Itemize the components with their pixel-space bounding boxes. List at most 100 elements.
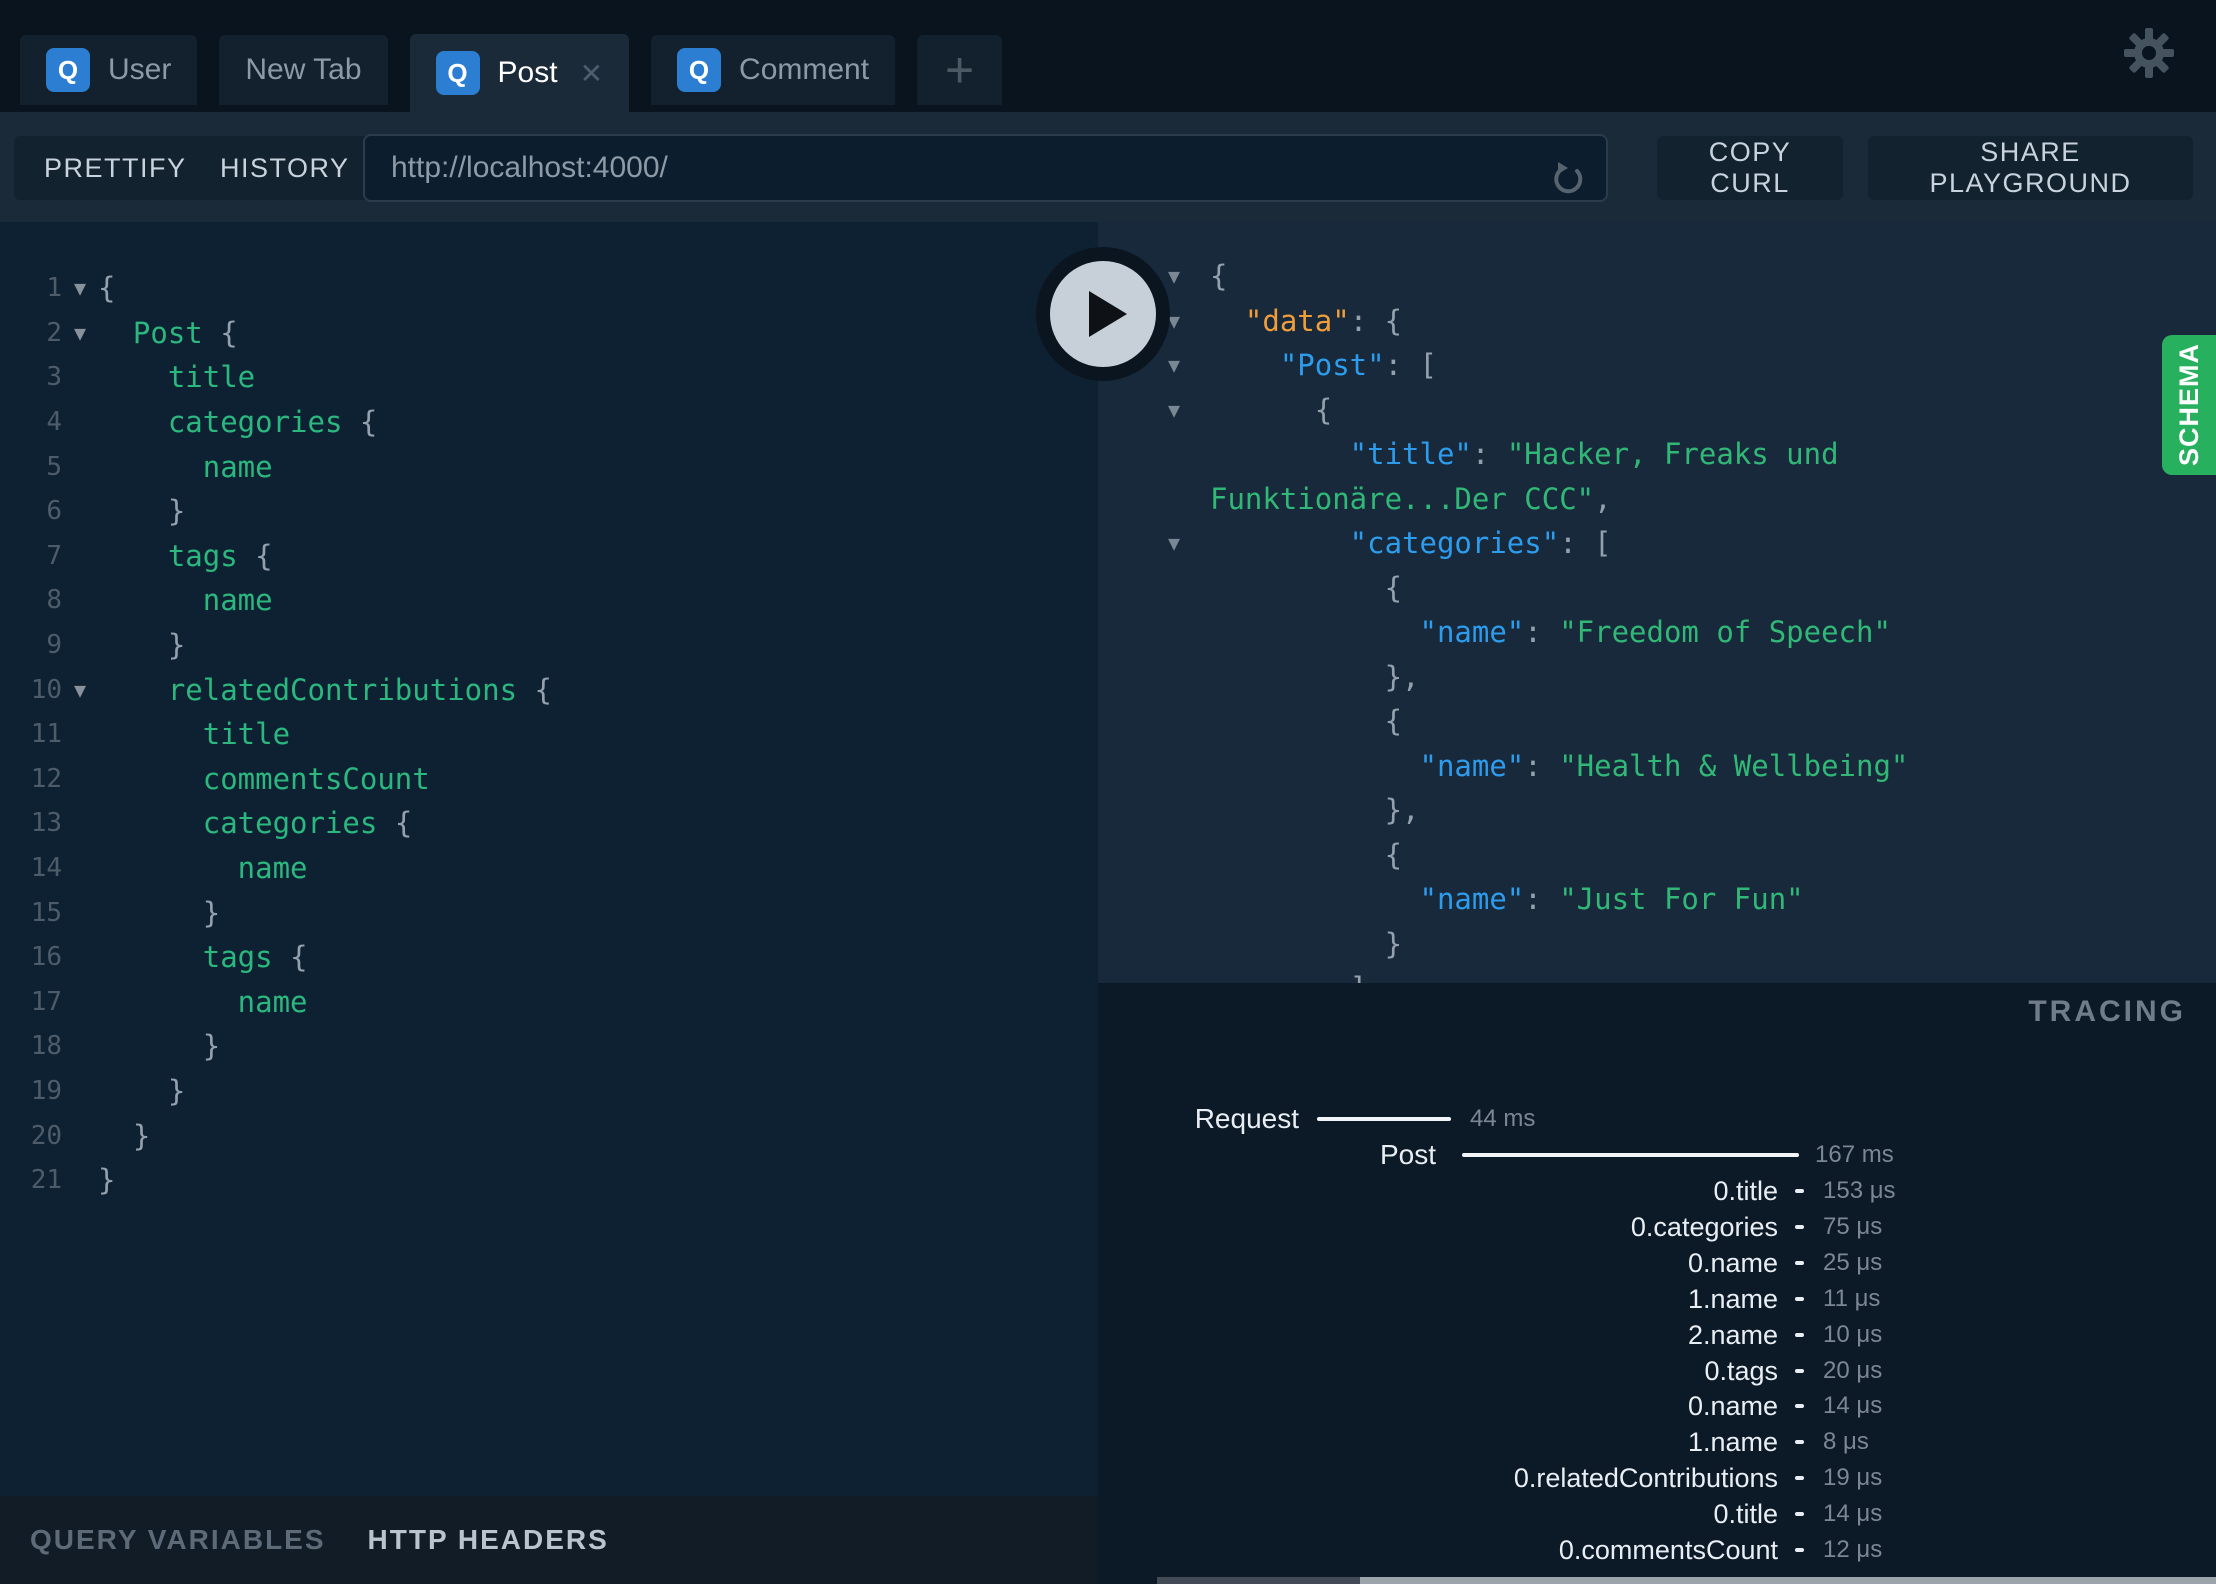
tab-list: Q User New Tab Q Post ✕ Q Comment + [20, 34, 1024, 112]
trace-resolver-row: 2.name 10 μs [1098, 1318, 2216, 1352]
fold-arrow-icon[interactable]: ▼ [62, 276, 98, 300]
query-line[interactable]: 14 name [0, 846, 1098, 891]
query-line[interactable]: 1 ▼{ [0, 266, 1098, 311]
endpoint-url-input[interactable] [365, 151, 1546, 185]
query-line[interactable]: 20 } [0, 1113, 1098, 1158]
trace-resolver-row: 1.name 11 μs [1098, 1282, 2216, 1316]
trace-duration-tick [1795, 1189, 1804, 1193]
response-line: "title": "Hacker, Freaks und [1210, 437, 1839, 472]
response-line: ] [1098, 966, 2216, 983]
query-line[interactable]: 3 title [0, 355, 1098, 400]
execute-query-button[interactable] [1036, 247, 1170, 381]
new-tab-button[interactable]: + [917, 35, 1003, 105]
query-line[interactable]: 16 tags { [0, 935, 1098, 980]
fold-arrow-icon[interactable]: ▼ [1168, 531, 1180, 555]
trace-label: 0.name [1687, 1391, 1778, 1422]
trace-time: 14 μs [1823, 1500, 1883, 1528]
play-disc [1050, 261, 1156, 367]
line-number: 7 [46, 540, 62, 571]
close-tab-icon[interactable]: ✕ [580, 57, 603, 90]
trace-time: 11 μs [1823, 1284, 1881, 1312]
tab-user[interactable]: Q User [20, 35, 198, 105]
tab-new-tab[interactable]: New Tab [219, 35, 388, 105]
trace-time: 153 μs [1823, 1177, 1896, 1204]
schema-side-tab[interactable]: SCHEMA [2162, 335, 2216, 475]
query-line[interactable]: 6 } [0, 489, 1098, 534]
response-json: ▼{▼ "data": {▼ "Post": [▼ { "title": "Ha… [1098, 222, 2216, 983]
line-number: 6 [46, 496, 62, 527]
query-line[interactable]: 17 name [0, 980, 1098, 1025]
response-pane: ▼{▼ "data": {▼ "Post": [▼ { "title": "Ha… [1098, 222, 2216, 983]
query-editor-pane[interactable]: 1 ▼{2 ▼ Post {3 title 4 categories {5 name 6… [0, 222, 1098, 1496]
trace-duration-tick [1795, 1548, 1804, 1552]
line-number: 3 [46, 362, 62, 393]
response-line: } [1210, 926, 1403, 961]
query-type-badge: Q [677, 48, 722, 92]
query-line[interactable]: 15 } [0, 890, 1098, 935]
line-number: 21 [30, 1165, 62, 1196]
query-line[interactable]: 10 ▼ relatedContributions { [0, 667, 1098, 712]
tab-comment[interactable]: Q Comment [651, 35, 896, 105]
trace-time: 20 μs [1823, 1356, 1883, 1384]
trace-duration-tick [1795, 1296, 1804, 1301]
trace-duration-tick [1795, 1224, 1804, 1229]
prettify-button[interactable]: PRETTIFY [14, 136, 217, 200]
query-line[interactable]: 21} [0, 1158, 1098, 1203]
trace-resolver-row: 1.name 8 μs [1098, 1425, 2216, 1459]
tracing-panel: TRACING Request 44 ms Post 167 ms 0.title 153… [1098, 983, 2216, 1584]
query-line[interactable]: 7 tags { [0, 534, 1098, 579]
response-line: "name": "Health & Wellbeing" [1210, 748, 1909, 783]
tab-label: New Tab [245, 53, 362, 86]
response-line: "name": "Just For Fun" [1210, 882, 1804, 917]
response-line: ▼ "data": { [1168, 303, 1403, 338]
trace-duration-bar [1462, 1153, 1799, 1157]
response-line: ▼ { [1168, 392, 1333, 427]
response-line: { [1210, 570, 1403, 605]
fold-arrow-icon[interactable]: ▼ [1168, 264, 1180, 288]
query-line[interactable]: 8 name [0, 578, 1098, 623]
trace-label: 0.title [1713, 1176, 1778, 1206]
trace-time: 12 μs [1823, 1536, 1883, 1563]
trace-resolver-row: 0.commentsCount 12 μs [1098, 1533, 2216, 1567]
trace-label: 1.name [1687, 1283, 1778, 1314]
trace-label: 2.name [1687, 1319, 1778, 1350]
tracing-title: TRACING [2028, 995, 2186, 1028]
fold-arrow-icon[interactable]: ▼ [62, 678, 98, 702]
query-line[interactable]: 13 categories { [0, 801, 1098, 846]
tracing-hscrollbar-thumb[interactable] [1360, 1577, 2216, 1584]
query-line[interactable]: 9 } [0, 623, 1098, 668]
trace-time: 14 μs [1823, 1392, 1883, 1420]
play-icon [1089, 291, 1127, 337]
line-number: 16 [30, 942, 62, 973]
response-line: { [1210, 704, 1403, 739]
fold-arrow-icon[interactable]: ▼ [1168, 398, 1180, 422]
trace-time: 25 μs [1823, 1248, 1883, 1276]
query-line[interactable]: 18 } [0, 1024, 1098, 1069]
settings-gear-icon[interactable] [2120, 24, 2178, 82]
response-line: "name": "Freedom of Speech" [1210, 615, 1891, 650]
fold-arrow-icon[interactable]: ▼ [62, 321, 98, 345]
query-line[interactable]: 11 title [0, 712, 1098, 757]
copy-curl-button[interactable]: COPY CURL [1657, 136, 1843, 200]
trace-resolver-row: 0.name 25 μs [1098, 1246, 2216, 1280]
query-variables-tab[interactable]: QUERY VARIABLES [30, 1524, 326, 1556]
query-line[interactable]: 12 commentsCount [0, 757, 1098, 802]
tab-bar: Q User New Tab Q Post ✕ Q Comment + [0, 0, 2216, 112]
share-playground-button[interactable]: SHARE PLAYGROUND [1868, 136, 2193, 200]
trace-time: 44 ms [1470, 1105, 1536, 1132]
query-line[interactable]: 2 ▼ Post { [0, 311, 1098, 356]
line-number: 5 [46, 451, 62, 482]
http-headers-tab[interactable]: HTTP HEADERS [368, 1524, 609, 1556]
tab-post[interactable]: Q Post ✕ [409, 34, 630, 112]
query-line[interactable]: 4 categories { [0, 400, 1098, 445]
fold-arrow-icon[interactable]: ▼ [1168, 353, 1180, 377]
query-line[interactable]: 5 name [0, 444, 1098, 489]
trace-label: Request [1194, 1103, 1299, 1134]
line-number: 2 [46, 317, 62, 348]
reload-schema-icon[interactable] [1546, 148, 1606, 194]
query-line[interactable]: 19 } [0, 1069, 1098, 1114]
line-number: 13 [30, 808, 62, 839]
history-button[interactable]: HISTORY [190, 136, 380, 200]
line-number: 12 [30, 763, 62, 794]
toolbar: PRETTIFY HISTORY COPY CURL SHARE PLAYGRO… [0, 112, 2216, 222]
